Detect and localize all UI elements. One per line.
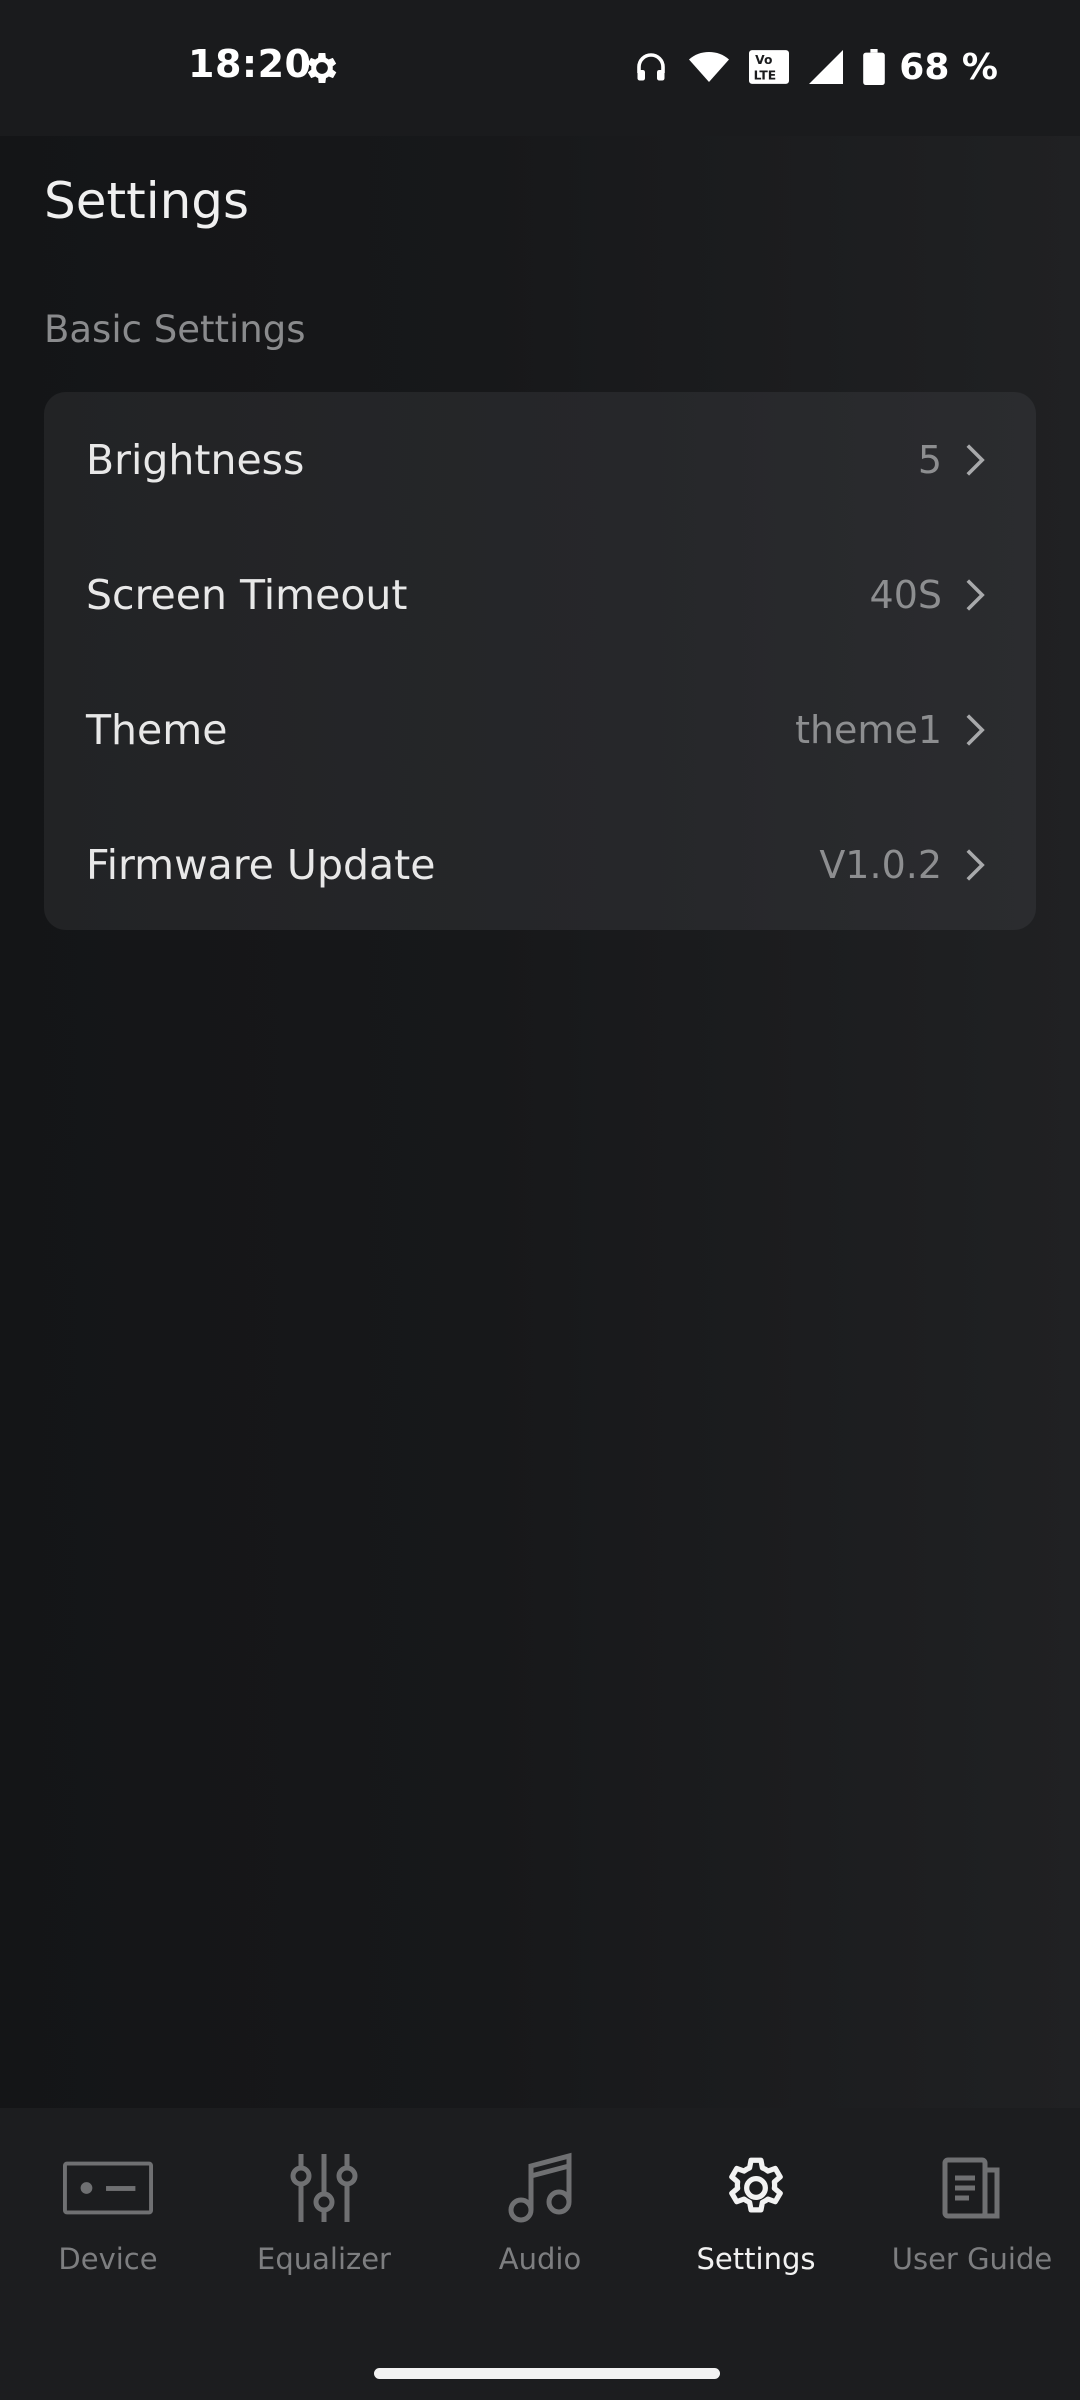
svg-text:LTE: LTE: [754, 68, 777, 82]
gear-icon: [711, 2148, 801, 2228]
nav-item-user-guide[interactable]: User Guide: [864, 2148, 1080, 2288]
chevron-right-icon: [966, 848, 985, 881]
bottom-nav: Device Equalizer Audio Settings User Gui…: [0, 2108, 1080, 2400]
wifi-icon: [689, 49, 730, 85]
row-label: Firmware Update: [86, 840, 436, 889]
nav-item-device[interactable]: Device: [0, 2148, 216, 2288]
nav-item-settings[interactable]: Settings: [648, 2148, 864, 2288]
chevron-right-icon: [966, 443, 985, 476]
settings-row-theme[interactable]: Theme theme1: [44, 662, 1036, 797]
nav-label: Audio: [498, 2242, 582, 2276]
settings-row-brightness[interactable]: Brightness 5: [44, 392, 1036, 527]
status-bar: 18:20 Vo LTE 68 %: [0, 0, 1080, 136]
battery-icon: [863, 49, 886, 85]
row-label: Theme: [86, 705, 228, 754]
music-note-icon: [495, 2148, 585, 2228]
gear-icon: [307, 53, 337, 83]
nav-label: Settings: [696, 2242, 816, 2276]
status-time: 18:20: [188, 42, 312, 86]
settings-row-screen-timeout[interactable]: Screen Timeout 40S: [44, 527, 1036, 662]
basic-settings-card: Brightness 5 Screen Timeout 40S Theme th…: [44, 392, 1036, 930]
device-icon: [63, 2148, 153, 2228]
page-title: Settings: [44, 172, 250, 230]
chevron-right-icon: [966, 713, 985, 746]
signal-icon: [809, 50, 844, 84]
row-label: Brightness: [86, 435, 305, 484]
nav-label: User Guide: [891, 2242, 1053, 2276]
nav-label: Device: [58, 2242, 158, 2276]
row-value: 40S: [869, 572, 942, 617]
chevron-right-icon: [966, 578, 985, 611]
row-label: Screen Timeout: [86, 570, 408, 619]
nav-label: Equalizer: [257, 2242, 391, 2276]
nav-item-audio[interactable]: Audio: [432, 2148, 648, 2288]
nav-item-equalizer[interactable]: Equalizer: [216, 2148, 432, 2288]
document-icon: [927, 2148, 1017, 2228]
headphones-icon: [633, 49, 669, 85]
row-value: 5: [917, 437, 942, 482]
battery-percentage: 68 %: [899, 46, 998, 88]
settings-screen: 18:20 Vo LTE 68 % Settings Basic Setting…: [0, 0, 1080, 2400]
status-icons: Vo LTE 68 %: [613, 44, 998, 90]
settings-row-firmware-update[interactable]: Firmware Update V1.0.2: [44, 797, 1036, 932]
volte-icon: Vo LTE: [749, 49, 790, 85]
equalizer-icon: [279, 2148, 369, 2228]
home-indicator[interactable]: [374, 2368, 720, 2379]
section-label-basic-settings: Basic Settings: [44, 308, 306, 351]
row-value: V1.0.2: [819, 842, 942, 887]
row-value: theme1: [795, 707, 942, 752]
svg-text:Vo: Vo: [755, 53, 772, 67]
